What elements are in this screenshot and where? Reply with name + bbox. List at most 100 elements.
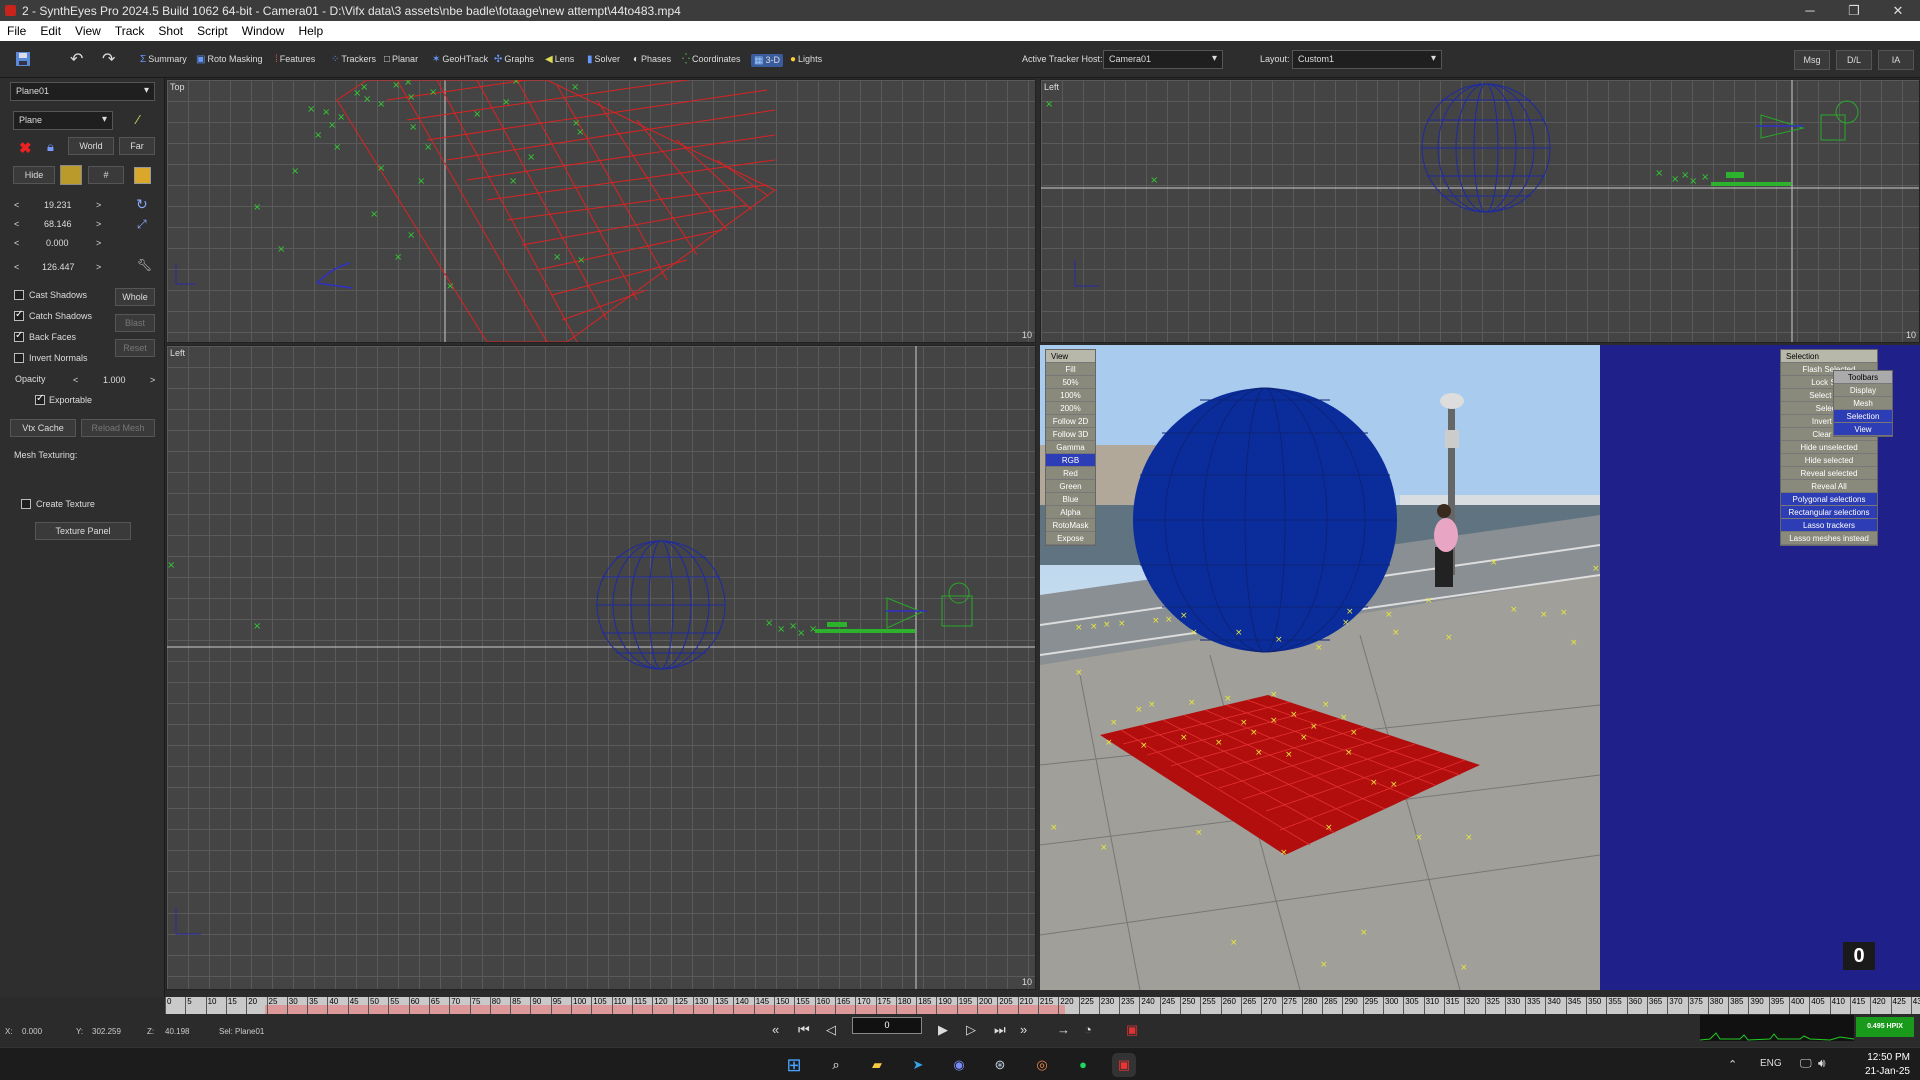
step-forward-icon[interactable]: ▷ [966,1022,976,1038]
value-decrement[interactable]: < [14,238,19,248]
steam-icon[interactable]: ⊛ [988,1053,1012,1077]
catch-shadows-checkbox[interactable] [14,309,24,321]
toolbars-menu-mesh[interactable]: Mesh [1834,397,1892,410]
value-increment[interactable]: > [96,262,101,272]
wand-icon[interactable]: ⁄ [137,112,139,127]
left-viewport-top[interactable]: Left × × × × × × × 10 [1040,79,1920,343]
back-faces-checkbox[interactable] [14,330,24,342]
view-menu-red[interactable]: Red [1046,467,1095,480]
selection-menu-reveal-all[interactable]: Reveal All [1781,480,1877,493]
selection-menu-hide-selected[interactable]: Hide selected [1781,454,1877,467]
view-menu-fill[interactable]: Fill [1046,363,1095,376]
value-decrement[interactable]: < [14,200,19,210]
view-menu-blue[interactable]: Blue [1046,493,1095,506]
tab-features[interactable]: ⁞ Features [275,54,315,65]
view-menu-alpha[interactable]: Alpha [1046,506,1095,519]
start-icon[interactable]: ⊞ [782,1053,806,1077]
grid-toggle-icon[interactable] [134,167,151,184]
value-increment[interactable]: > [150,375,155,385]
value-decrement[interactable]: < [14,219,19,229]
network-icon[interactable]: 🖵︎ [1800,1056,1812,1071]
selection-menu-hide-unselected[interactable]: Hide unselected [1781,441,1877,454]
menu-file[interactable]: File [0,24,33,38]
tab-roto-masking[interactable]: ▣ Roto Masking [196,54,262,65]
view-menu-rotomask[interactable]: RotoMask [1046,519,1095,532]
selection-menu-polygonal[interactable]: Polygonal selections [1781,493,1877,506]
position-x-value[interactable]: 19.231 [44,200,72,210]
top-viewport[interactable]: Top × × × × × × × × × × × × × × × × × × × × × × × × × × × × × × × × × × × … [166,79,1036,343]
tab-trackers[interactable]: ⁘ Trackers [331,54,376,65]
view-menu-rgb[interactable]: RGB [1046,454,1095,467]
timeline-bar[interactable]: 0 5 10 15 20 25 30 35 40 45 50 55 60 65 70 75 80 85 90 95 10… [165,997,1920,1014]
reset-button[interactable]: Reset [115,339,155,357]
maximize-button[interactable]: ❐ [1832,3,1876,19]
tab-planar[interactable]: □ Planar [384,54,418,65]
clock[interactable]: 12:50 PM 21-Jan-25 [1865,1051,1910,1079]
go-to-start-icon[interactable]: ⏮︎ [798,1022,810,1038]
volume-icon[interactable]: 🔊︎ [1818,1056,1826,1071]
far-button[interactable]: Far [119,137,155,155]
toolbars-menu-selection[interactable]: Selection [1834,410,1892,423]
close-button[interactable]: ✕ [1876,3,1920,19]
file-explorer-icon[interactable]: ▰ [865,1053,889,1077]
primitive-type-dropdown[interactable]: Plane [13,111,113,130]
language-indicator[interactable]: ENG [1760,1058,1782,1069]
hide-button[interactable]: Hide [13,166,55,184]
wrench-icon[interactable]: 🔧︎ [137,258,152,272]
lock-icon[interactable]: 🔒︎ [47,139,54,155]
clock-icon[interactable]: ◔ [1084,1022,1092,1037]
toolbars-menu-display[interactable]: Display [1834,384,1892,397]
value-decrement[interactable]: < [14,262,19,272]
toolbars-menu-toolbars[interactable]: Toolbars [1834,371,1892,384]
menu-track[interactable]: Track [108,24,152,38]
color-swatch[interactable] [60,165,82,185]
tab-graphs[interactable]: ✣ Graphs [494,54,534,65]
tab-solver[interactable]: ▮ Solver [587,54,620,65]
tab-phases[interactable]: ◐ Phases [633,54,671,65]
value-increment[interactable]: > [96,200,101,210]
blast-button[interactable]: Blast [115,314,155,332]
discord-icon[interactable]: ◉ [947,1053,971,1077]
msg-button[interactable]: Msg [1794,50,1830,70]
step-back-icon[interactable]: ◁ [826,1022,836,1038]
view-menu-100[interactable]: 100% [1046,389,1095,402]
menu-view[interactable]: View [68,24,108,38]
left-viewport-main[interactable]: Left × × × × × × × 10 [166,345,1036,990]
tab-summary[interactable]: Σ Summary [140,54,187,65]
tab-coordinates[interactable]: ⁛ Coordinates [682,54,741,65]
scale-icon[interactable]: ⤢ [137,217,147,232]
view-menu-follow-2d[interactable]: Follow 2D [1046,415,1095,428]
whole-button[interactable]: Whole [115,288,155,306]
dl-button[interactable]: D/L [1836,50,1872,70]
rewind-icon[interactable]: « [772,1022,779,1037]
play-direction-icon[interactable]: → [1057,1022,1070,1037]
camera-viewport[interactable]: × × × × × × × × × × × × × × × × × × × × × × × × × × × × × × × × × × × × × × × ×… [1040,345,1600,990]
tracker-host-dropdown[interactable]: Camera01 [1103,50,1223,69]
reload-mesh-button[interactable]: Reload Mesh [81,419,155,437]
tab-3d[interactable]: ▦ 3-D [751,54,783,67]
size-value[interactable]: 126.447 [42,262,75,272]
toolbars-menu-view[interactable]: View [1834,423,1892,436]
menu-edit[interactable]: Edit [33,24,68,38]
selection-menu-lasso-meshes[interactable]: Lasso meshes instead [1781,532,1877,545]
tab-lights[interactable]: ● Lights [790,54,822,65]
frame-input[interactable]: 0 [852,1017,922,1034]
record-icon[interactable]: ▣ [1126,1022,1138,1038]
play-icon[interactable]: ▶ [938,1022,948,1038]
exportable-checkbox[interactable] [35,393,45,405]
selection-menu-rectangular[interactable]: Rectangular selections [1781,506,1877,519]
save-icon[interactable] [15,51,31,67]
menu-script[interactable]: Script [190,24,235,38]
menu-window[interactable]: Window [235,24,292,38]
selection-menu-reveal-selected[interactable]: Reveal selected [1781,467,1877,480]
view-menu-50[interactable]: 50% [1046,376,1095,389]
layout-dropdown[interactable]: Custom1 [1292,50,1442,69]
texture-panel-button[interactable]: Texture Panel [35,522,131,540]
rotate-icon[interactable]: ↻ [136,196,148,213]
redo-icon[interactable]: ↷ [102,49,115,69]
invert-normals-checkbox[interactable] [14,353,24,363]
world-button[interactable]: World [68,137,114,155]
view-menu-green[interactable]: Green [1046,480,1095,493]
create-texture-checkbox[interactable] [21,499,31,509]
syntheyes-taskbar-icon[interactable]: ▣ [1112,1053,1136,1077]
